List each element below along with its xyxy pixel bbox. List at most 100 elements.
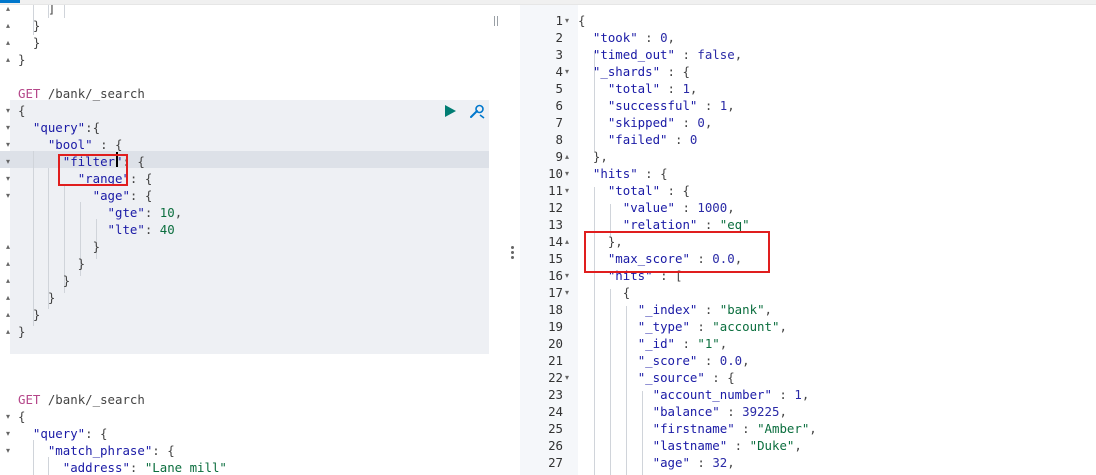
code-line[interactable]: 26 "lastname" : "Duke", — [520, 437, 1096, 454]
code-line[interactable] — [0, 374, 489, 391]
code-line[interactable]: ▴ } — [0, 238, 489, 255]
response-viewer[interactable]: 1 ▾{2 "took" : 0, 3 "timed_out" : false, 4 ▾… — [520, 5, 1096, 475]
fold-toggle-icon[interactable]: ▾ — [565, 369, 575, 386]
code-line[interactable]: ▴ } — [0, 255, 489, 272]
code-token: false — [697, 47, 735, 62]
code-line[interactable]: ▾{ — [0, 102, 489, 119]
code-token: "_id" — [637, 336, 675, 351]
code-line[interactable]: 2 "took" : 0, — [520, 29, 1096, 46]
fold-toggle-icon[interactable]: ▾ — [3, 425, 13, 442]
fold-toggle-icon[interactable]: ▴ — [3, 51, 13, 68]
code-line[interactable]: ▾ "query": { — [0, 425, 489, 442]
code-line[interactable]: 23 "account_number" : 1, — [520, 386, 1096, 403]
fold-toggle-icon[interactable]: ▾ — [3, 153, 13, 170]
code-line[interactable]: 12 "value" : 1000, — [520, 199, 1096, 216]
request-code-area[interactable]: ▴ ] ▴ } ▴ } ▴} GET /bank/_search ▾{▾ "query":… — [0, 5, 489, 475]
code-line[interactable]: ▴ } — [0, 306, 489, 323]
fold-toggle-icon[interactable]: ▴ — [3, 17, 13, 34]
code-line[interactable]: ▾ "query":{ — [0, 119, 489, 136]
wrench-icon[interactable] — [468, 104, 486, 120]
fold-toggle-icon[interactable]: ▾ — [565, 284, 575, 301]
pane-resize-handle[interactable] — [511, 246, 514, 262]
code-line[interactable]: "gte": 10, — [0, 204, 489, 221]
fold-toggle-icon[interactable]: ▾ — [3, 408, 13, 425]
code-line[interactable]: 17 ▾ { — [520, 284, 1096, 301]
fold-toggle-icon[interactable]: ▴ — [3, 272, 13, 289]
fold-toggle-icon[interactable]: ▾ — [3, 187, 13, 204]
line-number: 14 — [548, 234, 563, 249]
code-line[interactable]: "address": "Lane mill" — [0, 459, 489, 475]
code-token: 1 — [682, 81, 690, 96]
code-line[interactable]: 4 ▾ "_shards" : { — [520, 63, 1096, 80]
code-line[interactable]: 10 ▾ "hits" : { — [520, 165, 1096, 182]
code-line[interactable]: ▾ "bool" : { — [0, 136, 489, 153]
code-line[interactable]: 20 "_id" : "1", — [520, 335, 1096, 352]
fold-toggle-icon[interactable]: ▴ — [3, 289, 13, 306]
code-token: : — [689, 319, 713, 334]
code-line[interactable] — [0, 357, 489, 374]
fold-toggle-icon[interactable]: ▾ — [3, 442, 13, 459]
code-line[interactable] — [0, 68, 489, 85]
fold-toggle-icon[interactable]: ▴ — [3, 323, 13, 340]
code-line[interactable]: 18 "_index" : "bank", — [520, 301, 1096, 318]
fold-toggle-icon[interactable]: ▾ — [3, 119, 13, 136]
fold-toggle-icon[interactable]: ▾ — [565, 12, 575, 29]
code-token: : { — [92, 137, 123, 152]
fold-toggle-icon[interactable]: ▾ — [565, 182, 575, 199]
fold-toggle-icon[interactable]: ▾ — [565, 267, 575, 284]
code-line[interactable]: ▴} — [0, 323, 489, 340]
code-line[interactable]: 5 "total" : 1, — [520, 80, 1096, 97]
code-line[interactable]: 7 "skipped" : 0, — [520, 114, 1096, 131]
fold-toggle-icon[interactable]: ▾ — [3, 170, 13, 187]
code-token: "_type" — [637, 319, 690, 334]
fold-toggle-icon[interactable]: ▾ — [565, 63, 575, 80]
code-line[interactable] — [0, 340, 489, 357]
code-line[interactable]: ▴ } — [0, 289, 489, 306]
code-token: "lastname" — [652, 438, 728, 453]
fold-toggle-icon[interactable]: ▴ — [3, 5, 13, 17]
fold-toggle-icon[interactable]: ▴ — [3, 255, 13, 272]
request-editor[interactable]: ▴ ] ▴ } ▴ } ▴} GET /bank/_search ▾{▾ "query":… — [0, 5, 489, 475]
code-line[interactable]: ▴} — [0, 51, 489, 68]
code-line[interactable]: "lte": 40 — [0, 221, 489, 238]
code-line[interactable]: ▾ "match_phrase": { — [0, 442, 489, 459]
fold-toggle-icon[interactable]: ▴ — [565, 233, 575, 250]
code-line[interactable]: GET /bank/_search — [0, 85, 489, 102]
code-line[interactable]: 22 ▾ "_source" : { — [520, 369, 1096, 386]
code-line[interactable]: 27 "age" : 32, — [520, 454, 1096, 471]
code-line[interactable]: ▴ } — [0, 272, 489, 289]
code-line[interactable]: ▾ "age": { — [0, 187, 489, 204]
code-line[interactable]: 25 "firstname" : "Amber", — [520, 420, 1096, 437]
code-line[interactable]: 9 ▴ }, — [520, 148, 1096, 165]
code-line[interactable]: 11 ▾ "total" : { — [520, 182, 1096, 199]
play-icon[interactable] — [443, 104, 457, 118]
fold-toggle-icon[interactable]: ▴ — [565, 148, 575, 165]
code-line[interactable]: ▾{ — [0, 408, 489, 425]
fold-toggle-icon[interactable]: ▴ — [3, 306, 13, 323]
code-token: "_shards" — [592, 64, 661, 79]
code-line[interactable]: ▴ } — [0, 17, 489, 34]
code-line[interactable]: 8 "failed" : 0 — [520, 131, 1096, 148]
code-line[interactable]: 1 ▾{ — [520, 12, 1096, 29]
fold-toggle-icon[interactable]: ▾ — [3, 102, 13, 119]
code-line[interactable]: 24 "balance" : 39225, — [520, 403, 1096, 420]
code-token: , — [809, 421, 817, 436]
code-line[interactable]: GET /bank/_search — [0, 391, 489, 408]
code-line[interactable]: ▴ } — [0, 34, 489, 51]
fold-toggle-icon[interactable]: ▾ — [3, 136, 13, 153]
code-text: } — [18, 289, 55, 306]
code-line[interactable]: 3 "timed_out" : false, — [520, 46, 1096, 63]
code-line[interactable]: 21 "_score" : 0.0, — [520, 352, 1096, 369]
code-line[interactable]: 19 "_type" : "account", — [520, 318, 1096, 335]
code-line[interactable]: 6 "successful" : 1, — [520, 97, 1096, 114]
code-token: } — [18, 52, 26, 67]
pause-icon[interactable] — [494, 16, 498, 26]
fold-toggle-icon[interactable]: ▴ — [3, 238, 13, 255]
code-token: "account" — [712, 319, 780, 334]
code-token: : { — [660, 183, 690, 198]
fold-toggle-icon[interactable]: ▴ — [3, 34, 13, 51]
fold-toggle-icon[interactable]: ▾ — [565, 165, 575, 182]
code-line[interactable]: ▴ ] — [0, 5, 489, 17]
